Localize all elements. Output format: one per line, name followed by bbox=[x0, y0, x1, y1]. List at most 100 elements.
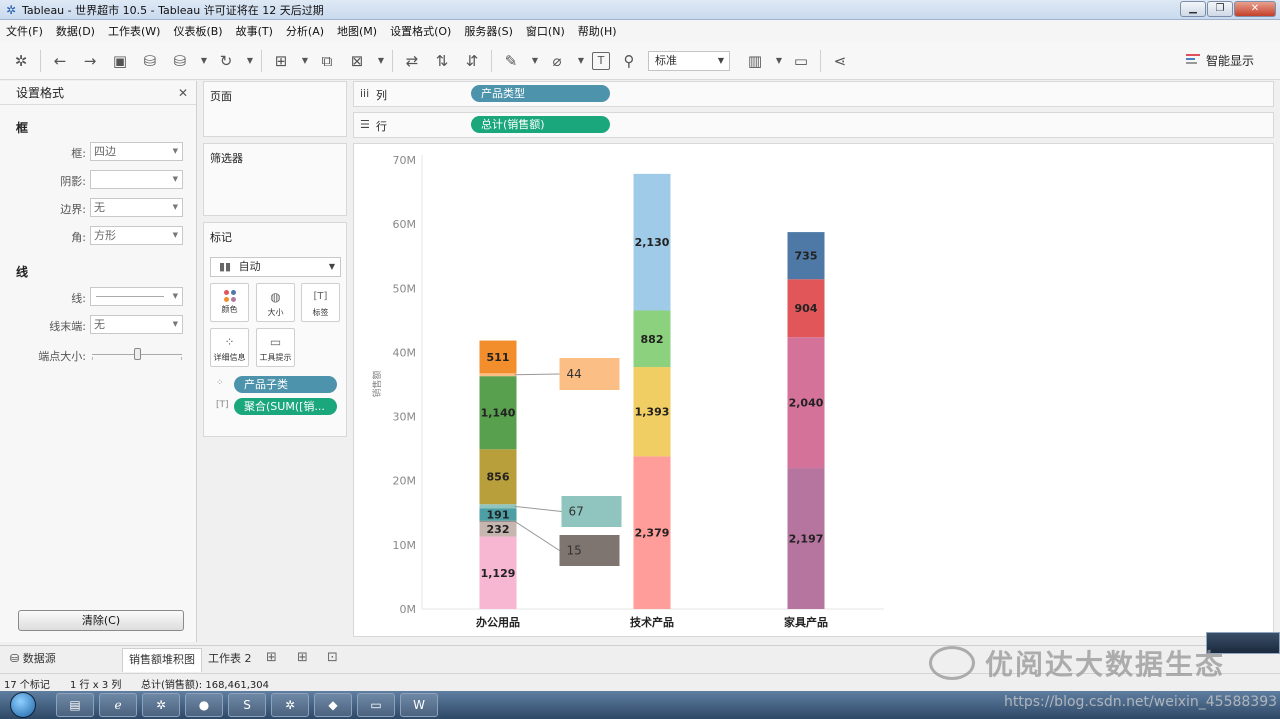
bar-data-label: 856 bbox=[487, 471, 510, 484]
pause-updates-icon[interactable]: ⛁ bbox=[169, 50, 191, 72]
group-icon[interactable]: ⌀ bbox=[546, 50, 568, 72]
new-story-icon[interactable]: ⊡ bbox=[327, 650, 338, 665]
line-end-dropdown[interactable]: 无 ▼ bbox=[90, 315, 183, 334]
endpoint-size-slider[interactable] bbox=[92, 348, 182, 360]
duplicate-icon[interactable]: ⧉ bbox=[316, 50, 338, 72]
menu-format[interactable]: 设置格式(O) bbox=[390, 23, 451, 39]
watermark-url: https://blog.csdn.net/weixin_45588393 bbox=[1004, 694, 1278, 710]
size-button[interactable]: ◍ 大小 bbox=[256, 283, 295, 322]
dropdown-arrow-icon[interactable]: ▼ bbox=[576, 50, 586, 72]
show-cards-icon[interactable]: ▥ bbox=[744, 50, 766, 72]
status-dimensions: 1 行 x 3 列 bbox=[70, 680, 122, 691]
menu-file[interactable]: 文件(F) bbox=[6, 23, 43, 39]
clear-sheet-icon[interactable]: ⊠ bbox=[346, 50, 368, 72]
dropdown-arrow-icon[interactable]: ▼ bbox=[245, 50, 255, 72]
size-label: 大小 bbox=[267, 308, 284, 317]
pill-sum-sales[interactable]: 聚合(SUM([销... bbox=[234, 398, 337, 415]
size-icon: ◍ bbox=[270, 290, 281, 304]
label-button[interactable]: [T] 标签 bbox=[301, 283, 340, 322]
menu-server[interactable]: 服务器(S) bbox=[464, 23, 513, 39]
menu-map[interactable]: 地图(M) bbox=[337, 23, 377, 39]
dropdown-arrow-icon[interactable]: ▼ bbox=[530, 50, 540, 72]
redo-icon[interactable]: → bbox=[79, 50, 101, 72]
tableau-start-icon[interactable]: ✲ bbox=[10, 50, 32, 72]
filters-title: 筛选器 bbox=[210, 152, 243, 165]
undo-icon[interactable]: ← bbox=[49, 50, 71, 72]
line-dropdown[interactable]: ▼ bbox=[90, 287, 183, 306]
menu-story[interactable]: 故事(T) bbox=[236, 23, 273, 39]
toolbar-separator bbox=[491, 49, 492, 72]
edge-dropdown[interactable]: 无 ▼ bbox=[90, 198, 183, 217]
new-dashboard-icon[interactable]: ⊞ bbox=[297, 650, 308, 665]
y-tick-label: 20M bbox=[393, 475, 417, 488]
menu-worksheet[interactable]: 工作表(W) bbox=[108, 23, 160, 39]
refresh-icon[interactable]: ↻ bbox=[215, 50, 237, 72]
color-label: 颜色 bbox=[221, 305, 238, 314]
menu-data[interactable]: 数据(D) bbox=[56, 23, 95, 39]
dropdown-arrow-icon[interactable]: ▼ bbox=[774, 50, 784, 72]
pages-card[interactable]: 页面 bbox=[203, 81, 347, 137]
new-datasource-icon[interactable]: ⛁ bbox=[139, 50, 161, 72]
tab-worksheet-2[interactable]: 工作表 2 bbox=[202, 648, 258, 672]
corner-dropdown[interactable]: 方形 ▼ bbox=[90, 226, 183, 245]
presentation-mode-icon[interactable]: ▭ bbox=[790, 50, 812, 72]
new-worksheet-icon[interactable]: ⊞ bbox=[270, 50, 292, 72]
menu-dashboard[interactable]: 仪表板(B) bbox=[173, 23, 222, 39]
marks-type-select[interactable]: ▮▮ 自动 ▼ bbox=[210, 257, 341, 277]
sort-descending-icon[interactable]: ⇵ bbox=[461, 50, 483, 72]
window-title: Tableau - 世界超市 10.5 - Tableau 许可证将在 12 天… bbox=[22, 3, 324, 17]
file-explorer-icon[interactable]: ▤ bbox=[56, 693, 94, 717]
slider-thumb[interactable] bbox=[134, 348, 141, 360]
detail-button[interactable]: ⁘ 详细信息 bbox=[210, 328, 249, 367]
tooltip-button[interactable]: ▭ 工具提示 bbox=[256, 328, 295, 367]
save-icon[interactable]: ▣ bbox=[109, 50, 131, 72]
show-me-button[interactable]: 智能显示 bbox=[1185, 52, 1254, 69]
menu-analysis[interactable]: 分析(A) bbox=[286, 23, 324, 39]
swap-icon[interactable]: ⇄ bbox=[401, 50, 423, 72]
start-button[interactable] bbox=[10, 692, 36, 718]
toolbar-separator bbox=[40, 49, 41, 72]
app-s-icon[interactable]: S bbox=[228, 693, 266, 717]
pill-product-subcategory[interactable]: 产品子类 bbox=[234, 376, 337, 393]
tableau-task-icon-2[interactable]: ✲ bbox=[271, 693, 309, 717]
format-row-endpoint-size: 端点大小: bbox=[0, 345, 197, 365]
ie-icon[interactable]: ℯ bbox=[99, 693, 137, 717]
tableau-task-icon[interactable]: ✲ bbox=[142, 693, 180, 717]
menu-window[interactable]: 窗口(N) bbox=[526, 23, 565, 39]
color-button[interactable]: 颜色 bbox=[210, 283, 249, 322]
dropdown-arrow-icon[interactable]: ▼ bbox=[376, 50, 386, 72]
app-shield-icon[interactable]: ◆ bbox=[314, 693, 352, 717]
app-green-icon[interactable]: ● bbox=[185, 693, 223, 717]
sort-ascending-icon[interactable]: ⇅ bbox=[431, 50, 453, 72]
pill-total-sales[interactable]: 总计(销售额) bbox=[471, 116, 610, 133]
pill-product-type[interactable]: 产品类型 bbox=[471, 85, 610, 102]
dropdown-arrow-icon[interactable]: ▼ bbox=[199, 50, 209, 72]
format-row-shading: 阴影: ▼ bbox=[0, 170, 197, 190]
close-button[interactable]: ✕ bbox=[1234, 1, 1276, 17]
shading-dropdown[interactable]: ▼ bbox=[90, 170, 183, 189]
tab-stacked-sales[interactable]: 销售额堆积图 bbox=[122, 648, 202, 672]
app-w-icon[interactable]: W bbox=[400, 693, 438, 717]
minimize-button[interactable]: ▁ bbox=[1180, 1, 1206, 17]
filters-card[interactable]: 筛选器 bbox=[203, 143, 347, 216]
border-dropdown[interactable]: 四边 ▼ bbox=[90, 142, 183, 161]
app-window-icon[interactable]: ▭ bbox=[357, 693, 395, 717]
bar-chart-icon: ▮▮ bbox=[219, 260, 232, 273]
maximize-button[interactable]: ❐ bbox=[1207, 1, 1233, 17]
tab-datasource-label: 数据源 bbox=[22, 652, 56, 665]
columns-shelf: iii 列 产品类型 bbox=[353, 81, 1274, 107]
chevron-down-icon: ▼ bbox=[328, 262, 335, 271]
menu-help[interactable]: 帮助(H) bbox=[578, 23, 617, 39]
share-icon[interactable]: ⋖ bbox=[829, 50, 851, 72]
y-tick-label: 40M bbox=[393, 346, 417, 359]
fit-select[interactable]: 标准 ▼ bbox=[648, 50, 730, 71]
bar-data-label: 904 bbox=[795, 302, 818, 315]
new-worksheet-icon[interactable]: ⊞ bbox=[266, 650, 277, 665]
dropdown-arrow-icon[interactable]: ▼ bbox=[300, 50, 310, 72]
close-icon[interactable]: ✕ bbox=[178, 81, 188, 105]
clear-button[interactable]: 清除(C) bbox=[18, 610, 184, 631]
show-labels-icon[interactable]: T bbox=[592, 51, 610, 70]
tab-datasource[interactable]: ⛁ 数据源 bbox=[4, 648, 62, 672]
pin-icon[interactable]: ⚲ bbox=[618, 50, 640, 72]
highlight-icon[interactable]: ✎ bbox=[500, 50, 522, 72]
